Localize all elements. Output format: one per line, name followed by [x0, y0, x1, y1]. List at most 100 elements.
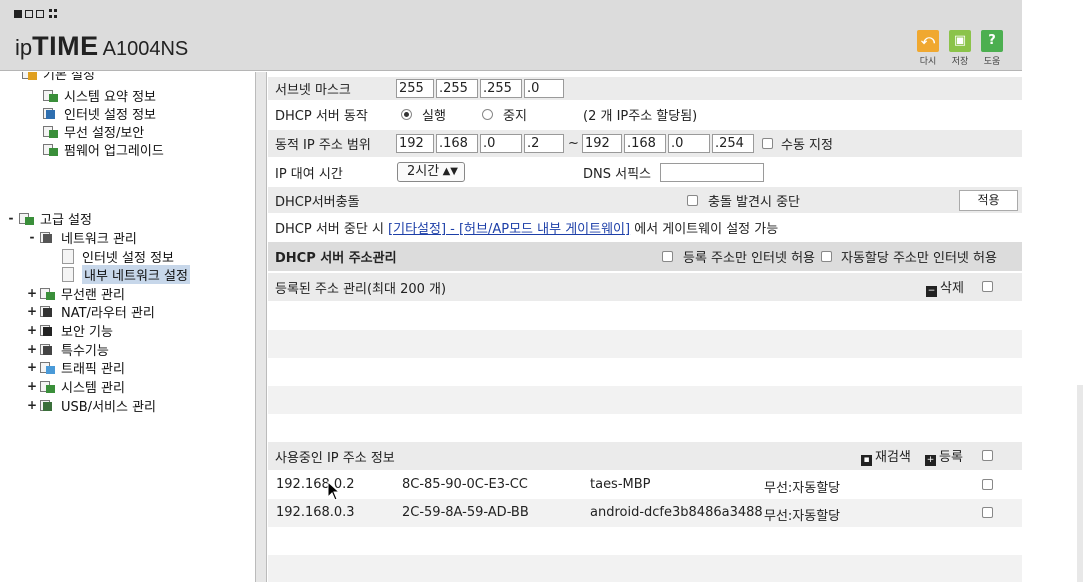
network-icon — [40, 230, 56, 245]
range-end-octet-2[interactable]: .168 — [624, 134, 666, 153]
dynamic-range-label: 동적 IP 주소 범위 — [275, 138, 371, 153]
lease-time-select[interactable]: 2시간 ▲▼ — [397, 162, 465, 182]
sidebar-splitter[interactable] — [256, 72, 267, 582]
sidebar-item-label: 특수기능 — [61, 343, 109, 359]
range-start-octet-1[interactable]: 192 — [396, 134, 434, 153]
sidebar-item-firmware-upgrade[interactable]: 펌웨어 업그레이드 — [43, 140, 164, 159]
dns-suffix-input[interactable] — [660, 163, 764, 182]
row-checkbox[interactable] — [982, 507, 993, 518]
conflict-stop-checkbox[interactable] — [687, 195, 698, 206]
table-row: 192.168.0.2 8C-85-90-0C-E3-CC taes-MBP 무… — [268, 471, 1022, 499]
range-start-octet-3[interactable]: .0 — [480, 134, 522, 153]
sidebar-item-label: 시스템 요약 정보 — [64, 89, 156, 105]
registered-select-all-checkbox[interactable] — [982, 281, 993, 292]
address-mgmt-header: DHCP 서버 주소관리 등록 주소만 인터넷 허용 자동할당 주소만 인터넷 … — [268, 242, 1022, 271]
window-edge — [1022, 0, 1083, 582]
delete-label: 삭제 — [940, 281, 964, 296]
expand-toggle[interactable]: + — [27, 398, 37, 412]
subnet-octet-4[interactable]: .0 — [524, 79, 564, 98]
dhcp-server-row: DHCP 서버 동작 실행 중지 (2 개 IP주소 할당됨) — [268, 102, 1022, 127]
logo-squares-icon — [14, 9, 58, 18]
sidebar-item-internal-network[interactable]: 내부 네트워크 설정 — [62, 264, 190, 284]
expand-toggle[interactable]: + — [27, 342, 37, 356]
sidebar-item-label: 인터넷 설정 정보 — [82, 250, 174, 266]
sidebar-item-traffic[interactable]: + 트래픽 관리 — [27, 358, 125, 377]
notice-text-before: DHCP 서버 중단 시 — [275, 222, 389, 237]
delete-button[interactable]: − 삭제 — [926, 277, 964, 297]
auto-only-label: 자동할당 주소만 인터넷 허용 — [841, 251, 997, 266]
registered-empty-row — [268, 330, 1022, 358]
sidebar-item-label: 무선랜 관리 — [61, 287, 125, 303]
in-use-title: 사용중인 IP 주소 정보 — [275, 450, 395, 466]
lease-time-label: IP 대여 시간 — [275, 167, 343, 182]
sidebar-item-wireless-security[interactable]: 무선 설정/보안 — [43, 122, 145, 141]
sidebar-item-label: 보안 기능 — [61, 324, 113, 340]
hostname-cell: android-dcfe3b8486a3488 — [590, 505, 763, 520]
row-checkbox[interactable] — [982, 479, 993, 490]
sidebar-item-internet-settings[interactable]: 인터넷 설정 정보 — [62, 247, 174, 266]
rescan-button[interactable]: ▪ 재검색 — [861, 446, 911, 466]
dhcp-conflict-row: DHCP서버충돌 충돌 발견시 중단 적용 — [268, 187, 1022, 213]
save-label: 저장 — [951, 57, 969, 67]
sidebar-item-security[interactable]: + 보안 기능 — [27, 321, 113, 340]
redo-button[interactable]: ⤺ 다시 — [914, 30, 942, 67]
range-end-octet-4[interactable]: .254 — [712, 134, 754, 153]
subnet-octet-1[interactable]: 255 — [396, 79, 434, 98]
range-end-octet-1[interactable]: 192 — [582, 134, 622, 153]
in-use-select-all-checkbox[interactable] — [982, 450, 993, 461]
collapse-toggle[interactable]: - — [6, 211, 16, 225]
range-end-octet-3[interactable]: .0 — [668, 134, 710, 153]
help-label: 도움 — [983, 57, 1001, 67]
redo-icon: ⤺ — [917, 30, 939, 52]
mac-cell: 8C-85-90-0C-E3-CC — [402, 477, 528, 492]
sidebar-item-nat-router[interactable]: + NAT/라우터 관리 — [27, 302, 155, 321]
sidebar-item-network-management[interactable]: - 네트워크 관리 — [27, 228, 137, 247]
sidebar-item-system-summary[interactable]: 시스템 요약 정보 — [43, 86, 156, 105]
sidebar-item-basic-settings[interactable]: 기본 설정 — [22, 72, 95, 83]
brand-prefix: ip — [15, 35, 33, 60]
sidebar-item-internet-info[interactable]: 인터넷 설정 정보 — [43, 104, 156, 123]
expand-toggle[interactable]: + — [27, 323, 37, 337]
auto-only-checkbox[interactable] — [821, 251, 832, 262]
save-button[interactable]: ▣ 저장 — [946, 30, 974, 67]
apply-button[interactable]: 적용 — [959, 190, 1018, 211]
expand-toggle[interactable]: + — [27, 379, 37, 393]
collapse-toggle[interactable]: - — [27, 230, 37, 244]
sidebar-item-special[interactable]: + 특수기능 — [27, 340, 109, 359]
sidebar-item-usb-service[interactable]: + USB/서비스 관리 — [27, 396, 156, 415]
router-icon — [40, 304, 56, 319]
sidebar-item-advanced-settings[interactable]: - 고급 설정 — [6, 209, 92, 228]
expand-toggle[interactable]: + — [27, 286, 37, 300]
registered-header: 등록된 주소 관리(최대 200 개) − 삭제 — [268, 273, 1022, 301]
registered-only-checkbox[interactable] — [662, 251, 673, 262]
gateway-settings-link[interactable]: [기타설정] - [허브/AP모드 내부 게이트웨이] — [388, 222, 630, 237]
table-row: 192.168.0.3 2C-59-8A-59-AD-BB android-dc… — [268, 499, 1022, 527]
register-button[interactable]: + 등록 — [925, 446, 963, 466]
range-start-octet-4[interactable]: .2 — [524, 134, 564, 153]
upgrade-icon — [43, 142, 59, 157]
folder-icon — [19, 211, 35, 226]
hostname-cell: taes-MBP — [590, 477, 651, 492]
dhcp-stop-radio[interactable] — [482, 109, 493, 120]
range-start-octet-2[interactable]: .168 — [436, 134, 478, 153]
sidebar-item-label: USB/서비스 관리 — [61, 399, 156, 415]
sidebar-item-label: 무선 설정/보안 — [64, 125, 145, 141]
sidebar-item-wlan[interactable]: + 무선랜 관리 — [27, 284, 125, 303]
help-icon: ? — [981, 30, 1003, 52]
ip-cell: 192.168.0.3 — [276, 505, 355, 520]
ip-cell: 192.168.0.2 — [276, 477, 355, 492]
dhcp-run-radio[interactable] — [401, 109, 412, 120]
help-button[interactable]: ? 도움 — [978, 30, 1006, 67]
expand-toggle[interactable]: + — [27, 304, 37, 318]
subnet-octet-2[interactable]: .255 — [436, 79, 478, 98]
chart-icon — [40, 379, 56, 394]
sidebar-item-system[interactable]: + 시스템 관리 — [27, 377, 125, 396]
range-end-octet-4-value: 254 — [719, 136, 744, 151]
expand-toggle[interactable]: + — [27, 360, 37, 374]
table-row — [268, 555, 1022, 582]
subnet-octet-3[interactable]: .255 — [480, 79, 522, 98]
special-icon — [40, 342, 56, 357]
manual-assign-checkbox[interactable] — [762, 138, 773, 149]
dhcp-run-label: 실행 — [422, 109, 446, 124]
range-start-octet-4-value: 2 — [531, 136, 540, 151]
